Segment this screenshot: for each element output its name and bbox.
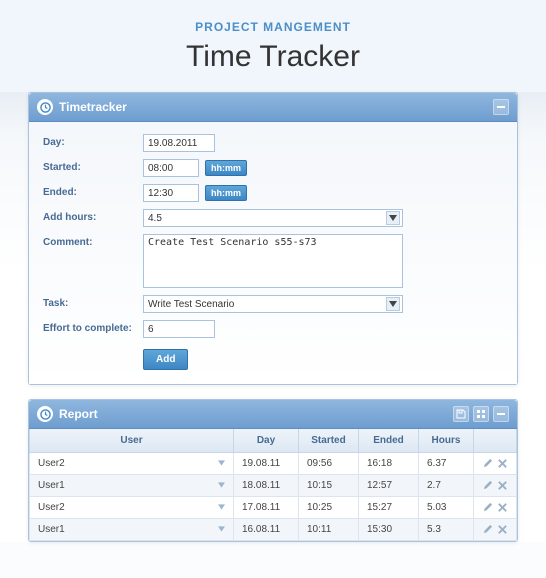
edit-icon[interactable] xyxy=(482,480,493,491)
cell-user: User1 xyxy=(38,524,65,535)
ended-label: Ended: xyxy=(43,184,143,198)
report-collapse-button[interactable] xyxy=(493,406,509,422)
day-input[interactable] xyxy=(143,134,215,152)
timetracker-panel: Timetracker Day: Started: hh:mm Ended xyxy=(28,92,518,385)
cell-day: 18.08.11 xyxy=(234,475,299,497)
add-hours-select[interactable]: 4.5 xyxy=(143,209,403,227)
cell-ended: 16:18 xyxy=(359,453,419,475)
report-header: Report xyxy=(29,400,517,429)
cell-day: 17.08.11 xyxy=(234,497,299,519)
table-row: User2 19.08.1109:5616:186.37 xyxy=(30,453,517,475)
delete-icon[interactable] xyxy=(497,502,508,513)
cell-started: 10:15 xyxy=(299,475,359,497)
cell-ended: 12:57 xyxy=(359,475,419,497)
add-button[interactable]: Add xyxy=(143,349,188,370)
caret-down-icon[interactable] xyxy=(218,524,225,535)
cell-user: User2 xyxy=(38,458,65,469)
timetracker-header: Timetracker xyxy=(29,93,517,122)
effort-label: Effort to complete: xyxy=(43,320,143,334)
report-panel: Report User Day Started Ended Hours User… xyxy=(28,399,518,542)
grid-button[interactable] xyxy=(473,406,489,422)
day-label: Day: xyxy=(43,134,143,148)
ended-hhmm-button[interactable]: hh:mm xyxy=(205,185,247,201)
cell-ended: 15:30 xyxy=(359,519,419,541)
edit-icon[interactable] xyxy=(482,502,493,513)
cell-day: 16.08.11 xyxy=(234,519,299,541)
cell-hours: 5.03 xyxy=(419,497,474,519)
caret-down-icon[interactable] xyxy=(218,480,225,491)
started-input[interactable] xyxy=(143,159,199,177)
minus-icon xyxy=(496,102,506,112)
grid-icon xyxy=(476,409,486,419)
chevron-down-icon xyxy=(386,211,400,225)
cell-started: 09:56 xyxy=(299,453,359,475)
delete-icon[interactable] xyxy=(497,480,508,491)
ended-input[interactable] xyxy=(143,184,199,202)
save-icon xyxy=(456,409,466,419)
cell-hours: 5.3 xyxy=(419,519,474,541)
table-row: User1 16.08.1110:1115:305.3 xyxy=(30,519,517,541)
col-hours[interactable]: Hours xyxy=(419,429,474,453)
cell-started: 10:11 xyxy=(299,519,359,541)
col-user[interactable]: User xyxy=(30,429,234,453)
task-label: Task: xyxy=(43,295,143,309)
add-hours-label: Add hours: xyxy=(43,209,143,223)
comment-textarea[interactable] xyxy=(143,234,403,288)
caret-down-icon[interactable] xyxy=(218,458,225,469)
clock-icon xyxy=(37,99,53,115)
report-title: Report xyxy=(59,407,453,421)
cell-hours: 6.37 xyxy=(419,453,474,475)
page-title: Time Tracker xyxy=(0,40,546,74)
col-ended[interactable]: Ended xyxy=(359,429,419,453)
timetracker-body: Day: Started: hh:mm Ended: hh:mm Add hou… xyxy=(29,122,517,384)
cell-started: 10:25 xyxy=(299,497,359,519)
caret-down-icon[interactable] xyxy=(218,502,225,513)
delete-icon[interactable] xyxy=(497,458,508,469)
col-started[interactable]: Started xyxy=(299,429,359,453)
minus-icon xyxy=(496,409,506,419)
col-actions xyxy=(474,429,517,453)
task-select[interactable]: Write Test Scenario xyxy=(143,295,403,313)
cell-hours: 2.7 xyxy=(419,475,474,497)
timetracker-title: Timetracker xyxy=(59,100,493,114)
col-day[interactable]: Day xyxy=(234,429,299,453)
cell-user: User1 xyxy=(38,480,65,491)
task-value: Write Test Scenario xyxy=(148,299,234,310)
collapse-button[interactable] xyxy=(493,99,509,115)
started-label: Started: xyxy=(43,159,143,173)
cell-day: 19.08.11 xyxy=(234,453,299,475)
table-row: User2 17.08.1110:2515:275.03 xyxy=(30,497,517,519)
add-hours-value: 4.5 xyxy=(148,213,162,224)
chevron-down-icon xyxy=(386,297,400,311)
page-subtitle: PROJECT MANGEMENT xyxy=(0,20,546,34)
started-hhmm-button[interactable]: hh:mm xyxy=(205,160,247,176)
comment-label: Comment: xyxy=(43,234,143,248)
edit-icon[interactable] xyxy=(482,524,493,535)
save-button[interactable] xyxy=(453,406,469,422)
cell-ended: 15:27 xyxy=(359,497,419,519)
edit-icon[interactable] xyxy=(482,458,493,469)
table-row: User1 18.08.1110:1512:572.7 xyxy=(30,475,517,497)
report-table: User Day Started Ended Hours User2 19.08.… xyxy=(29,429,517,541)
delete-icon[interactable] xyxy=(497,524,508,535)
page-header: PROJECT MANGEMENT Time Tracker xyxy=(0,0,546,92)
effort-input[interactable] xyxy=(143,320,215,338)
report-icon xyxy=(37,406,53,422)
cell-user: User2 xyxy=(38,502,65,513)
